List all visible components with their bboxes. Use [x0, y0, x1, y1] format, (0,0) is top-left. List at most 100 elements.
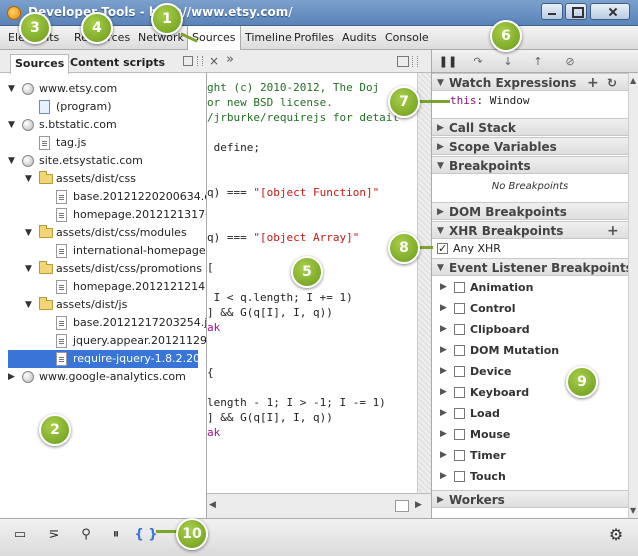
- event-category-checkbox[interactable]: [454, 450, 465, 461]
- more-tabs-icon[interactable]: »: [226, 52, 234, 67]
- event-category-checkbox[interactable]: [454, 387, 465, 398]
- event-category-checkbox[interactable]: [454, 324, 465, 335]
- settings-icon[interactable]: ⚙: [604, 523, 628, 547]
- tab-sources-navigator[interactable]: Sources: [10, 54, 70, 74]
- scroll-thumb[interactable]: [395, 500, 409, 512]
- minimize-button[interactable]: [541, 3, 563, 20]
- step-into-icon[interactable]: ↓: [498, 53, 518, 70]
- search-icon[interactable]: ⚲: [74, 523, 98, 547]
- tab-timeline[interactable]: Timeline: [241, 26, 296, 50]
- tab-audits[interactable]: Audits: [338, 26, 381, 50]
- tab-profiles[interactable]: Profiles: [290, 26, 338, 50]
- code-line[interactable]: ak: [207, 426, 220, 439]
- code-line[interactable]: length - 1; I > -1; I -= 1): [207, 396, 386, 409]
- collapsed-arrow-icon[interactable]: ▶: [440, 445, 447, 466]
- scroll-right-icon[interactable]: ▶: [415, 500, 422, 510]
- event-category-checkbox[interactable]: [454, 366, 465, 377]
- event-category-checkbox[interactable]: [454, 282, 465, 293]
- scroll-down-icon[interactable]: ▼: [630, 506, 636, 515]
- code-line[interactable]: /jrburke/requirejs for detail: [207, 111, 399, 124]
- code-line[interactable]: {: [207, 366, 214, 379]
- code-line[interactable]: ght (c) 2010-2012, The Doj: [207, 81, 379, 94]
- collapsed-arrow-icon[interactable]: ▶: [440, 403, 447, 424]
- event-category-checkbox[interactable]: [454, 471, 465, 482]
- tree-file[interactable]: tag.js: [0, 134, 206, 152]
- tree-file[interactable]: base.20121217203254.js: [0, 314, 206, 332]
- expanded-arrow-icon[interactable]: ▼: [8, 116, 18, 134]
- code-line[interactable]: [: [207, 261, 214, 274]
- tree-domain[interactable]: ▼ www.etsy.com: [0, 80, 206, 98]
- code-line[interactable]: ak: [207, 321, 220, 334]
- tree-file[interactable]: homepage.20121212143...: [0, 278, 206, 296]
- tree-folder[interactable]: ▼ assets/dist/js: [0, 296, 206, 314]
- collapsed-arrow-icon[interactable]: ▶: [440, 361, 447, 382]
- expanded-arrow-icon[interactable]: ▼: [8, 80, 18, 98]
- step-out-icon[interactable]: ↑: [528, 53, 548, 70]
- editor-horizontal-scrollbar[interactable]: ◀ ▶: [207, 493, 431, 518]
- expanded-arrow-icon[interactable]: ▼: [25, 296, 35, 314]
- code-line[interactable]: or new BSD license.: [207, 96, 333, 109]
- refresh-icon[interactable]: ↻: [607, 74, 617, 92]
- collapsed-arrow-icon[interactable]: ▶: [440, 382, 447, 403]
- pretty-print-icon[interactable]: { }: [134, 523, 158, 547]
- tree-file[interactable]: homepage.20121213170...: [0, 206, 206, 224]
- collapsed-arrow-icon[interactable]: ▶: [440, 277, 447, 298]
- pause-icon[interactable]: ❚❚: [438, 53, 458, 70]
- code-line[interactable]: q) === "[object Function]": [207, 186, 379, 199]
- collapsed-arrow-icon[interactable]: ▶: [440, 298, 447, 319]
- collapsed-arrow-icon[interactable]: ▶: [8, 368, 18, 386]
- dock-icon[interactable]: ▭: [8, 523, 32, 547]
- dom-breakpoints-header[interactable]: ▶ DOM Breakpoints: [432, 202, 628, 220]
- toggle-debugger-icon[interactable]: [397, 56, 409, 67]
- event-listener-breakpoints-header[interactable]: ▼ Event Listener Breakpoints: [432, 258, 633, 276]
- code-line[interactable]: ] && G(q[I], I, q)): [207, 306, 333, 319]
- pause-on-exceptions-icon[interactable]: ⏸: [104, 523, 128, 547]
- collapsed-arrow-icon[interactable]: ▶: [440, 424, 447, 445]
- tree-file[interactable]: (program): [0, 98, 206, 116]
- watch-expressions-header[interactable]: ▼ Watch Expressions + ↻: [432, 73, 628, 91]
- watch-item[interactable]: this: Window: [450, 94, 529, 107]
- tree-domain[interactable]: ▼ site.etsystatic.com: [0, 152, 206, 170]
- tree-domain[interactable]: ▼ s.btstatic.com: [0, 116, 206, 134]
- tab-content-scripts[interactable]: Content scripts: [66, 54, 169, 73]
- close-tab-icon[interactable]: ×: [209, 54, 219, 68]
- tree-domain[interactable]: ▶ www.google-analytics.com: [0, 368, 206, 386]
- tree-folder[interactable]: ▼ assets/dist/css/modules: [0, 224, 206, 242]
- code-line[interactable]: q) === "[object Array]": [207, 231, 359, 244]
- editor-vertical-scrollbar[interactable]: [417, 73, 431, 493]
- tree-folder[interactable]: ▼ assets/dist/css: [0, 170, 206, 188]
- breakpoints-header[interactable]: ▼ Breakpoints: [432, 156, 628, 174]
- code-line[interactable]: ] && G(q[I], I, q)): [207, 411, 333, 424]
- event-category-checkbox[interactable]: [454, 429, 465, 440]
- deactivate-breakpoints-icon[interactable]: ⊘: [560, 53, 580, 70]
- console-icon[interactable]: ⋝: [42, 523, 66, 547]
- code-line[interactable]: I < q.length; I += 1): [207, 291, 353, 304]
- collapsed-arrow-icon[interactable]: ▶: [440, 319, 447, 340]
- scope-variables-header[interactable]: ▶ Scope Variables: [432, 137, 628, 155]
- workers-header[interactable]: ▶ Workers: [432, 490, 628, 508]
- code-line[interactable]: define;: [207, 141, 260, 154]
- tree-file[interactable]: require-jquery-1.8.2.201...: [8, 350, 198, 368]
- expanded-arrow-icon[interactable]: ▼: [25, 170, 35, 188]
- add-watch-icon[interactable]: +: [587, 74, 599, 92]
- tab-console[interactable]: Console: [381, 26, 433, 50]
- scroll-left-icon[interactable]: ◀: [209, 500, 216, 510]
- tree-file[interactable]: base.20121220200634.css: [0, 188, 206, 206]
- toggle-navigator-icon[interactable]: [183, 56, 193, 66]
- expanded-arrow-icon[interactable]: ▼: [8, 152, 18, 170]
- add-xhr-breakpoint-icon[interactable]: +: [607, 222, 619, 240]
- collapsed-arrow-icon[interactable]: ▶: [440, 466, 447, 487]
- tree-file[interactable]: jquery.appear.20121129...: [0, 332, 206, 350]
- scroll-up-icon[interactable]: ▲: [630, 76, 636, 85]
- maximize-button[interactable]: [565, 3, 587, 20]
- event-category-checkbox[interactable]: [454, 303, 465, 314]
- splitter-grip-icon[interactable]: [412, 56, 418, 67]
- tree-folder[interactable]: ▼ assets/dist/css/promotions: [0, 260, 206, 278]
- step-over-icon[interactable]: ↷: [468, 53, 488, 70]
- expanded-arrow-icon[interactable]: ▼: [25, 224, 35, 242]
- xhr-breakpoints-header[interactable]: ▼ XHR Breakpoints +: [432, 221, 628, 239]
- call-stack-header[interactable]: ▶ Call Stack: [432, 118, 628, 136]
- sidebar-scrollbar[interactable]: ▲ ▼: [628, 73, 638, 518]
- tree-file[interactable]: international-homepage.2...: [0, 242, 206, 260]
- close-window-button[interactable]: [590, 3, 630, 20]
